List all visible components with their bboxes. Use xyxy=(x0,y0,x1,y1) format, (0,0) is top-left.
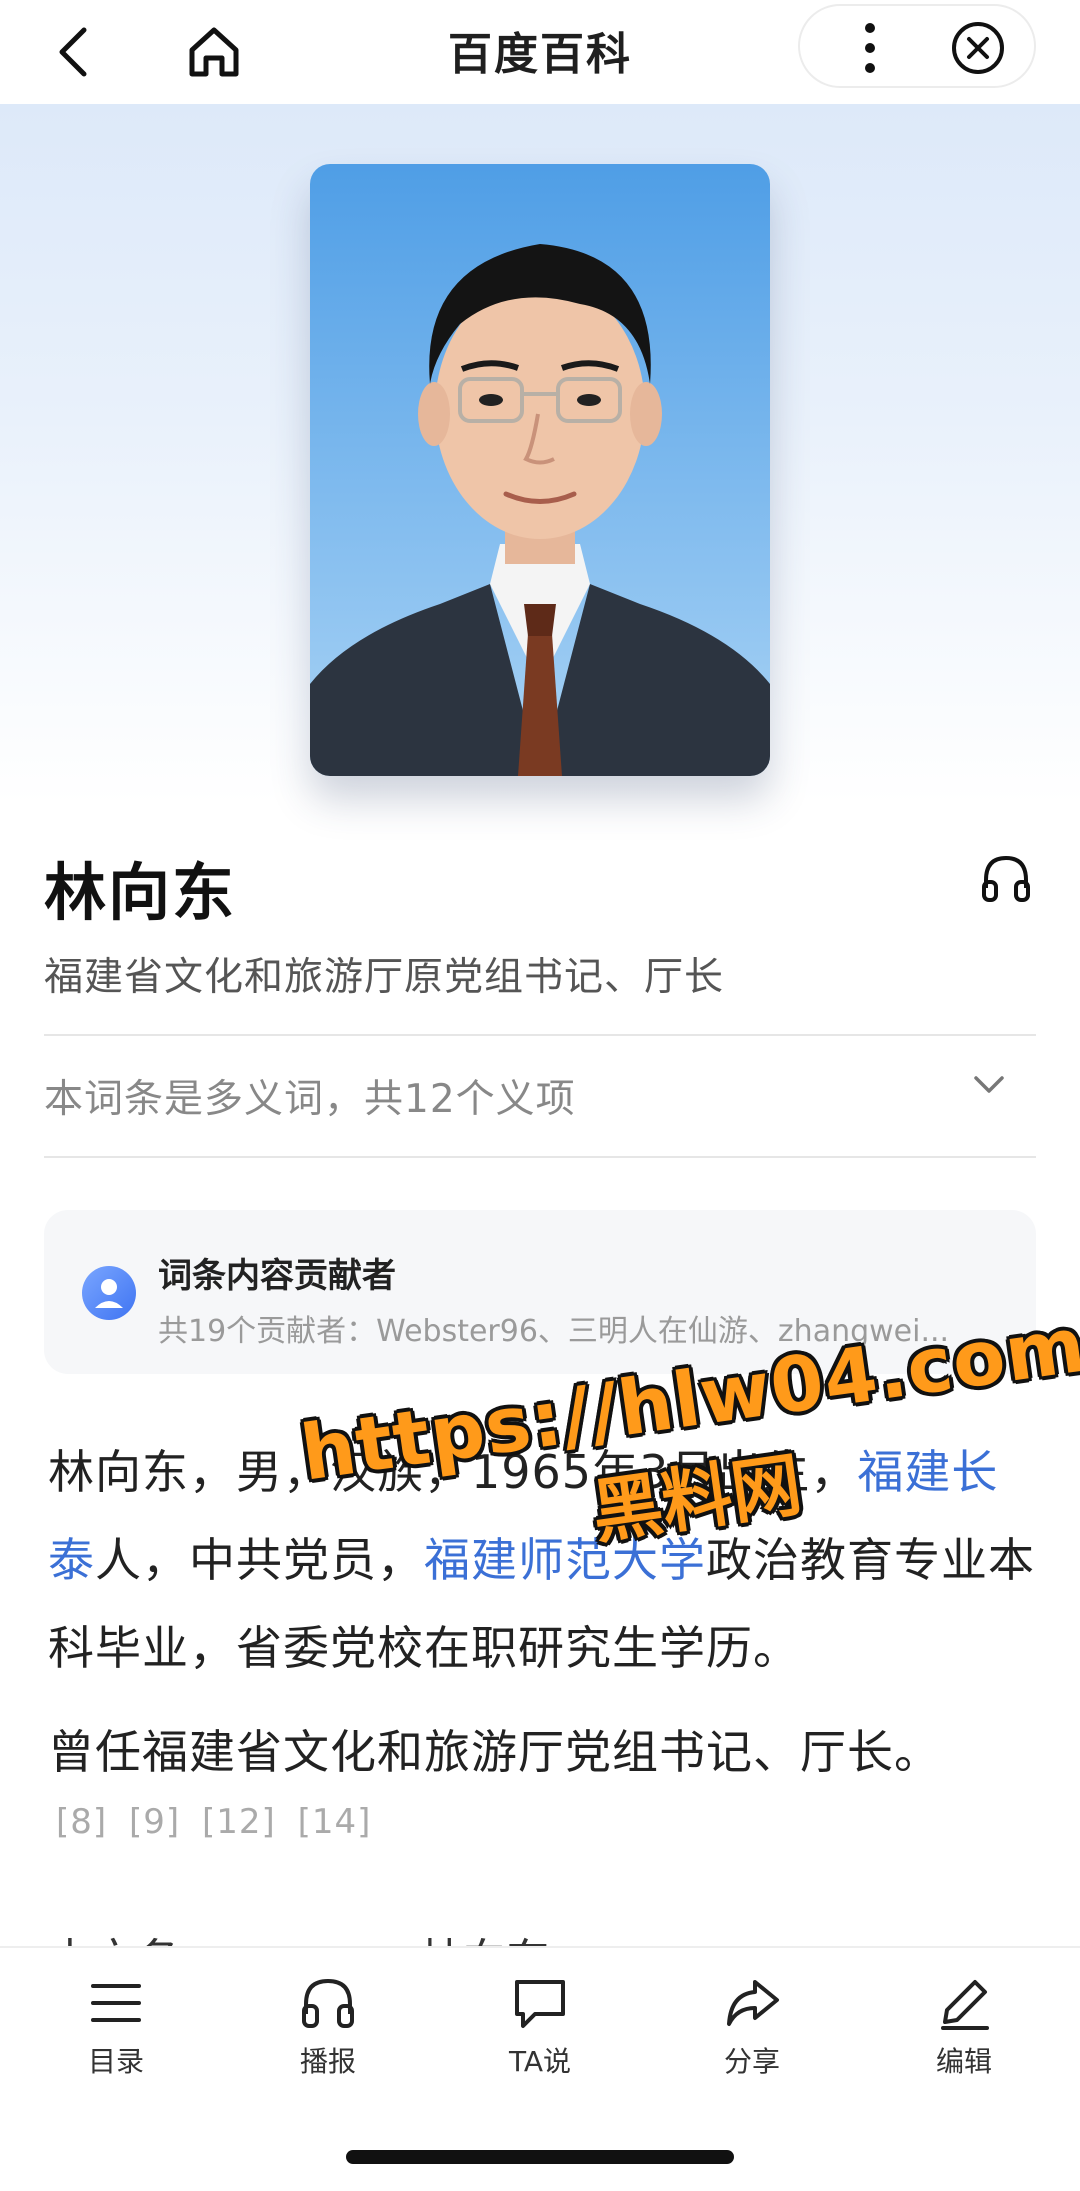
polysemy-selector[interactable]: 本词条是多义词，共12个义项 xyxy=(44,1036,1036,1156)
top-nav-bar: 百度百科 xyxy=(0,0,1080,104)
page: 百度百科 林向东 福建省文化和旅游厅原党组书记、厅长 本词条是多义词，共12个义… xyxy=(0,0,1080,2191)
chat-bubble-icon xyxy=(515,1980,565,2028)
reference-link[interactable]: [14] xyxy=(298,1802,372,1842)
toolbar-comment-button[interactable]: TA说 xyxy=(470,1972,610,2082)
summary-paragraph-2: 曾任福建省文化和旅游厅党组书记、厅长。 xyxy=(48,1725,941,1779)
divider xyxy=(44,1156,1036,1158)
entry-title: 林向东 xyxy=(44,856,237,929)
chevron-down-icon xyxy=(974,1076,1004,1093)
list-icon xyxy=(91,1984,141,2022)
headphones-icon xyxy=(302,1978,354,2028)
more-icon xyxy=(865,23,875,73)
toolbar-label: TA说 xyxy=(508,2045,572,2078)
entry-title-row: 林向东 xyxy=(44,842,1036,929)
polysemy-text: 本词条是多义词，共12个义项 xyxy=(44,1077,576,1122)
home-indicator[interactable] xyxy=(346,2150,734,2164)
portrait-image[interactable] xyxy=(310,164,770,776)
toolbar-catalog-button[interactable]: 目录 xyxy=(46,1972,186,2082)
link-fujian-normal-university[interactable]: 福建师范大学 xyxy=(424,1533,706,1587)
reference-link[interactable]: [9] xyxy=(129,1802,180,1842)
toolbar-label: 分享 xyxy=(723,2045,780,2078)
summary-paragraph: 林向东，男，汉族，1965年3月出生，福建长泰人，中共党员，福建师范大学政治教育… xyxy=(48,1428,1038,1692)
more-button[interactable] xyxy=(840,18,900,78)
listen-button[interactable] xyxy=(976,848,1036,908)
reference-link[interactable]: [8] xyxy=(56,1802,107,1842)
edit-pencil-icon xyxy=(941,1980,989,2030)
summary-text: 林向东，男，汉族，1965年3月出生， xyxy=(48,1445,858,1499)
toolbar-label: 播报 xyxy=(299,2045,356,2078)
share-icon xyxy=(727,1980,779,2026)
toolbar-label: 编辑 xyxy=(935,2045,992,2078)
entry-subtitle: 福建省文化和旅游厅原党组书记、厅长 xyxy=(44,955,725,1000)
headphones-icon xyxy=(982,855,1030,902)
toolbar-label: 目录 xyxy=(87,2045,144,2078)
contributors-title: 词条内容贡献者 xyxy=(158,1256,396,1296)
close-circle-icon xyxy=(952,22,1004,74)
reference-list: [8] [9] [12] [14] xyxy=(56,1802,381,1842)
contributor-avatar-icon xyxy=(82,1266,136,1320)
mini-program-capsule xyxy=(798,4,1036,88)
summary-text: 人，中共党员， xyxy=(95,1533,424,1587)
close-button[interactable] xyxy=(948,18,1008,78)
toolbar-broadcast-button[interactable]: 播报 xyxy=(258,1972,398,2082)
contributors-card[interactable]: 词条内容贡献者 共19个贡献者：Webster96、三明人在仙游、zhangwe… xyxy=(44,1210,1036,1374)
toolbar-edit-button[interactable]: 编辑 xyxy=(894,1972,1034,2082)
contributors-summary: 共19个贡献者：Webster96、三明人在仙游、zhangwei... xyxy=(158,1314,950,1349)
toolbar-share-button[interactable]: 分享 xyxy=(682,1972,822,2082)
reference-link[interactable]: [12] xyxy=(202,1802,276,1842)
